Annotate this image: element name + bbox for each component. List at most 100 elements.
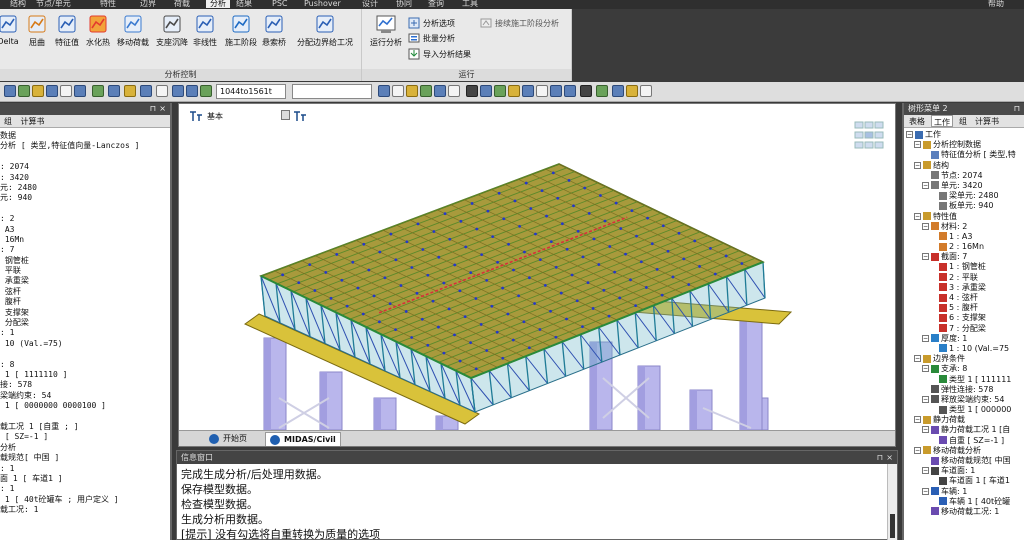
toolbar-icon-10[interactable] bbox=[156, 85, 168, 97]
expand-toggle-icon[interactable]: − bbox=[922, 253, 929, 261]
pin-icon[interactable]: ⊓ bbox=[1014, 103, 1020, 115]
tree-item[interactable]: − 厚度: 1 bbox=[904, 334, 1024, 344]
tree-item[interactable]: 1 : 钢管桩 bbox=[904, 262, 1024, 272]
menu-item-12[interactable]: 工具 bbox=[462, 0, 478, 8]
menu-item-7[interactable]: PSC bbox=[272, 0, 288, 8]
toolbar-view-icon-6[interactable] bbox=[466, 85, 478, 97]
toolbar-icon-1[interactable] bbox=[18, 85, 30, 97]
menu-item-3[interactable]: 边界 bbox=[140, 0, 156, 8]
tree-item[interactable]: 5 : 腹杆 bbox=[904, 303, 1024, 313]
toolbar-icon-7[interactable] bbox=[108, 85, 120, 97]
tree-item[interactable]: 车辆 1 [ 40t砼罐 bbox=[904, 497, 1024, 507]
menu-item-11[interactable]: 查询 bbox=[428, 0, 444, 8]
toolbar-view-icon-5[interactable] bbox=[448, 85, 460, 97]
batch-analysis-button[interactable]: 批量分析 bbox=[408, 31, 455, 45]
expand-toggle-icon[interactable]: − bbox=[914, 446, 921, 454]
right-tab-2[interactable]: 组 bbox=[957, 115, 969, 127]
expand-toggle-icon[interactable]: − bbox=[922, 181, 929, 189]
menu-item-0[interactable]: 结构 bbox=[10, 0, 26, 8]
menu-item-10[interactable]: 协同 bbox=[396, 0, 412, 8]
tree-item[interactable]: 梁单元: 2480 bbox=[904, 191, 1024, 201]
tree-item[interactable]: 1 : 10 (Val.=75 bbox=[904, 344, 1024, 354]
toolbar-icon-11[interactable] bbox=[172, 85, 184, 97]
tree-item[interactable]: − 截面: 7 bbox=[904, 252, 1024, 262]
tree-item[interactable]: 3 : 承重梁 bbox=[904, 283, 1024, 293]
expand-toggle-icon[interactable]: − bbox=[922, 467, 929, 475]
menu-item-9[interactable]: 设计 bbox=[362, 0, 378, 8]
menu-item-5[interactable]: 分析 bbox=[206, 0, 230, 8]
import-results-button[interactable]: 导入分析结果 bbox=[408, 47, 471, 61]
tree-item[interactable]: − 支承: 8 bbox=[904, 364, 1024, 374]
menu-item-8[interactable]: Pushover bbox=[304, 0, 341, 8]
tree-item[interactable]: − 边界条件 bbox=[904, 354, 1024, 364]
tree-item[interactable]: 节点: 2074 bbox=[904, 171, 1024, 181]
toolbar-view-icon-13[interactable] bbox=[564, 85, 576, 97]
ribbon-button-6[interactable]: 非线性 bbox=[190, 13, 220, 59]
toolbar-icon-12[interactable] bbox=[186, 85, 198, 97]
scroll-thumb[interactable] bbox=[890, 514, 895, 538]
toolbar-icon-3[interactable] bbox=[46, 85, 58, 97]
toolbar-view-icon-7[interactable] bbox=[480, 85, 492, 97]
continue-construction-stage-button[interactable]: 接续施工阶段分析 bbox=[480, 16, 559, 30]
menu-help[interactable]: 帮助 bbox=[988, 0, 1004, 8]
tree-item[interactable]: − 分析控制数据 bbox=[904, 140, 1024, 150]
tab-calculation-book[interactable]: 计算书 bbox=[21, 117, 45, 126]
tree-item[interactable]: − 结构 bbox=[904, 161, 1024, 171]
tree-item[interactable]: 车道面 1 [ 车道1 bbox=[904, 476, 1024, 486]
model-viewport[interactable]: 基本 开始页 MIDAS/Civil bbox=[178, 103, 896, 447]
toolbar-view-icon-17[interactable] bbox=[626, 85, 638, 97]
tree-item[interactable]: − 释放梁端约束: 54 bbox=[904, 395, 1024, 405]
expand-toggle-icon[interactable]: − bbox=[914, 161, 921, 169]
toolbar-view-icon-2[interactable] bbox=[406, 85, 418, 97]
tree-item[interactable]: 2 : 平联 bbox=[904, 273, 1024, 283]
tree-item[interactable]: 移动荷载工况: 1 bbox=[904, 507, 1024, 517]
tab-group[interactable]: 组 bbox=[4, 117, 12, 126]
analysis-options-button[interactable]: 分析选项 bbox=[408, 16, 455, 30]
menu-item-6[interactable]: 结果 bbox=[236, 0, 252, 8]
toolbar-icon-2[interactable] bbox=[32, 85, 44, 97]
tree-item[interactable]: 2 : 16Mn bbox=[904, 242, 1024, 252]
close-icon[interactable]: × bbox=[886, 451, 893, 464]
tree-item[interactable]: 特征值分析 [ 类型,特 bbox=[904, 150, 1024, 160]
selection-filter-dropdown[interactable] bbox=[292, 84, 372, 99]
toolbar-view-icon-12[interactable] bbox=[550, 85, 562, 97]
toolbar-icon-6[interactable] bbox=[92, 85, 104, 97]
toolbar-icon-4[interactable] bbox=[60, 85, 72, 97]
toolbar-view-icon-11[interactable] bbox=[536, 85, 548, 97]
tree-item[interactable]: − 特性值 bbox=[904, 212, 1024, 222]
toolbar-icon-5[interactable] bbox=[74, 85, 86, 97]
view-dropdown[interactable] bbox=[281, 110, 290, 120]
tree-item[interactable]: − 移动荷载分析 bbox=[904, 446, 1024, 456]
toolbar-view-icon-8[interactable] bbox=[494, 85, 506, 97]
tree-item[interactable]: − 工作 bbox=[904, 130, 1024, 140]
toolbar-icon-13[interactable] bbox=[200, 85, 212, 97]
expand-toggle-icon[interactable]: − bbox=[914, 141, 921, 149]
tree-item[interactable]: 类型 1 [ 000000 bbox=[904, 405, 1024, 415]
tree-item[interactable]: − 单元: 3420 bbox=[904, 181, 1024, 191]
pin-icon[interactable]: ⊓ bbox=[150, 103, 156, 115]
menu-item-2[interactable]: 特性 bbox=[100, 0, 116, 8]
toolbar-view-icon-1[interactable] bbox=[392, 85, 404, 97]
tree-item[interactable]: 弹性连接: 578 bbox=[904, 385, 1024, 395]
tree-item[interactable]: 类型 1 [ 111111 bbox=[904, 375, 1024, 385]
ribbon-button-3[interactable]: 水化热 bbox=[82, 13, 114, 59]
toolbar-view-icon-3[interactable] bbox=[420, 85, 432, 97]
right-tab-1[interactable]: 工作 bbox=[931, 115, 953, 127]
toolbar-icon-9[interactable] bbox=[140, 85, 152, 97]
tree-item[interactable]: − 车辆: 1 bbox=[904, 487, 1024, 497]
expand-toggle-icon[interactable]: − bbox=[922, 487, 929, 495]
expand-toggle-icon[interactable]: − bbox=[922, 426, 929, 434]
right-tab-3[interactable]: 计算书 bbox=[973, 115, 1001, 127]
pin-icon[interactable]: ⊓ bbox=[877, 451, 883, 464]
bridge-model-3d[interactable] bbox=[179, 128, 895, 430]
toolbar-view-icon-14[interactable] bbox=[580, 85, 592, 97]
tree-item[interactable]: 自重 [ SZ=-1 ] bbox=[904, 436, 1024, 446]
axis-icon[interactable] bbox=[189, 110, 203, 122]
tree-item[interactable]: − 静力荷载工况 1 [自 bbox=[904, 425, 1024, 435]
tree-item[interactable]: 6 : 支撑架 bbox=[904, 313, 1024, 323]
ribbon-button-5[interactable]: 支座沉降 bbox=[152, 13, 192, 59]
expand-toggle-icon[interactable]: − bbox=[914, 212, 921, 220]
run-analysis-button[interactable]: 运行分析 bbox=[366, 13, 406, 59]
ribbon-button-4[interactable]: 移动荷载 bbox=[114, 13, 152, 59]
toolbar-view-icon-16[interactable] bbox=[612, 85, 624, 97]
